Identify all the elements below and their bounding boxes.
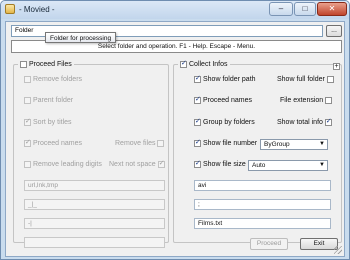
replace-field[interactable]: -| <box>24 218 165 229</box>
remove-folders-option[interactable]: Remove folders <box>24 76 82 83</box>
expand-plus-button[interactable]: + <box>333 63 340 70</box>
collect-proceed-names-checkbox[interactable] <box>194 95 201 104</box>
next-not-space-label: Next not space <box>109 161 156 168</box>
show-folder-path-checkbox[interactable] <box>194 74 201 83</box>
remove-files-label: Remove files <box>115 140 156 147</box>
output-file-field[interactable]: Films.txt <box>194 218 331 229</box>
client-area: Folder ... Folder for processing Select … <box>5 21 345 257</box>
resize-grip-icon[interactable] <box>334 246 342 254</box>
show-file-number-label: Show file number <box>203 140 258 147</box>
file-size-select[interactable]: Auto ▼ <box>248 160 328 171</box>
collect-proceed-names-label: Proceed names <box>203 97 253 104</box>
group-by-folders-label: Group by folders <box>203 119 255 126</box>
parent-folder-checkbox[interactable] <box>24 97 31 104</box>
show-full-folder-label: Show full folder <box>277 76 325 83</box>
remove-folders-checkbox[interactable] <box>24 76 31 83</box>
chevron-down-icon: ▼ <box>319 162 325 168</box>
proceed-files-checkbox[interactable] <box>20 61 27 68</box>
show-total-info-label: Show total info <box>277 119 323 126</box>
show-folder-path-option[interactable]: Show folder path <box>194 74 256 83</box>
show-file-size-checkbox[interactable] <box>194 159 201 168</box>
proceed-names-option[interactable]: Proceed names <box>24 138 83 147</box>
chevron-down-icon: ▼ <box>319 141 325 147</box>
file-extension-option[interactable]: File extension <box>280 97 333 104</box>
file-size-select-value: Auto <box>252 162 266 169</box>
remove-leading-digits-label: Remove leading digits <box>33 161 102 168</box>
exit-button[interactable]: Exit <box>300 238 338 250</box>
next-not-space-checkbox[interactable] <box>157 159 165 168</box>
folder-tooltip: Folder for processing <box>45 32 117 43</box>
proceed-button[interactable]: Proceed <box>250 238 288 250</box>
show-file-number-checkbox[interactable] <box>194 138 201 147</box>
show-full-folder-checkbox[interactable] <box>326 76 334 83</box>
window-title: - Movied - <box>19 5 55 14</box>
remove-leading-digits-option[interactable]: Remove leading digits <box>24 161 102 168</box>
proceed-names-label: Proceed names <box>33 140 83 147</box>
collect-infos-checkbox[interactable] <box>180 59 187 68</box>
collect-proceed-names-option[interactable]: Proceed names <box>194 95 253 104</box>
show-total-info-option[interactable]: Show total info <box>277 117 332 126</box>
file-extension-checkbox[interactable] <box>325 97 333 104</box>
next-not-space-option[interactable]: Next not space <box>109 159 165 168</box>
file-number-select-value: ByGroup <box>264 141 290 148</box>
app-icon <box>5 4 15 14</box>
minimize-button[interactable]: – <box>269 2 293 16</box>
main-window: - Movied - – □ ✕ Folder ... Folder for p… <box>0 0 350 260</box>
extensions-field[interactable]: url,lnk,tmp <box>24 180 165 191</box>
proceed-names-checkbox[interactable] <box>24 138 31 147</box>
title-bar[interactable]: - Movied - – □ ✕ <box>1 1 349 19</box>
parent-folder-label: Parent folder <box>33 97 74 104</box>
proceed-files-panel: Proceed Files Remove folders Parent fold… <box>13 61 169 248</box>
remove-folders-label: Remove folders <box>33 76 83 83</box>
collect-infos-title: Collect Infos <box>189 61 228 68</box>
show-folder-path-label: Show folder path <box>203 76 256 83</box>
show-total-info-checkbox[interactable] <box>324 117 332 126</box>
file-number-select[interactable]: ByGroup ▼ <box>260 139 328 150</box>
remove-files-checkbox[interactable] <box>157 140 165 147</box>
sort-by-titles-option[interactable]: Sort by titles <box>24 117 72 126</box>
remove-files-option[interactable]: Remove files <box>115 140 165 147</box>
show-file-size-option[interactable]: Show file size <box>194 159 246 168</box>
delimiter-field[interactable]: ; <box>194 199 331 210</box>
proceed-files-title: Proceed Files <box>29 61 72 68</box>
remove-leading-digits-checkbox[interactable] <box>24 161 31 168</box>
sort-by-titles-checkbox[interactable] <box>24 117 31 126</box>
collect-infos-legend[interactable]: Collect Infos <box>178 59 230 68</box>
file-extension-label: File extension <box>280 97 324 104</box>
proceed-files-legend[interactable]: Proceed Files <box>18 61 74 68</box>
group-by-folders-option[interactable]: Group by folders <box>194 117 255 126</box>
maximize-button[interactable]: □ <box>294 2 316 16</box>
separator-field[interactable]: _|_ <box>24 199 165 210</box>
extension-filter-field[interactable]: avi <box>194 180 331 191</box>
close-button[interactable]: ✕ <box>317 2 347 16</box>
parent-folder-option[interactable]: Parent folder <box>24 97 73 104</box>
group-by-folders-checkbox[interactable] <box>194 117 201 126</box>
collect-infos-panel: Collect Infos + Show folder path Show fu… <box>173 59 342 243</box>
show-file-size-label: Show file size <box>203 161 246 168</box>
browse-button[interactable]: ... <box>326 25 342 37</box>
show-file-number-option[interactable]: Show file number <box>194 138 258 147</box>
sort-by-titles-label: Sort by titles <box>33 119 72 126</box>
show-full-folder-option[interactable]: Show full folder <box>277 76 334 83</box>
extra-field[interactable] <box>24 237 165 248</box>
